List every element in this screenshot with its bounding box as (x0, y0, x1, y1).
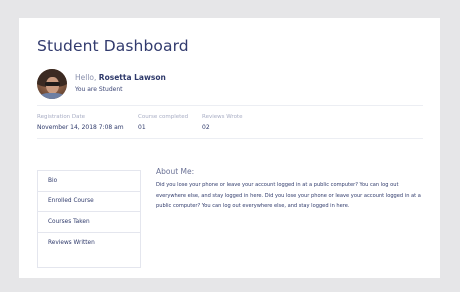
profile-menu: Bio Enrolled Course Courses Taken Review… (37, 170, 141, 268)
registration-date-label: Registration Date (37, 114, 86, 120)
reviews-wrote-value: 02 (202, 124, 210, 131)
divider (37, 105, 423, 106)
greeting-label: Hello, (75, 73, 97, 82)
reviews-wrote-label: Reviews Wrote (202, 114, 243, 120)
menu-item-courses-taken[interactable]: Courses Taken (38, 212, 140, 233)
user-role: You are Student (75, 86, 123, 93)
about-text: Did you lose your phone or leave your ac… (156, 182, 421, 209)
about-title: About Me: (156, 167, 195, 176)
user-name: Rosetta Lawson (98, 73, 166, 82)
course-completed-value: 01 (138, 124, 146, 131)
avatar[interactable] (37, 69, 67, 99)
menu-item-reviews-written[interactable]: Reviews Written (38, 233, 140, 254)
divider (37, 138, 423, 139)
dashboard-card: Student Dashboard Hello, Rosetta Lawson … (19, 18, 440, 278)
menu-item-enrolled-course[interactable]: Enrolled Course (38, 192, 140, 212)
page-title: Student Dashboard (37, 37, 189, 55)
registration-date-value: November 14, 2018 7:08 am (37, 124, 124, 131)
course-completed-label: Course completed (138, 114, 189, 120)
greeting: Hello, Rosetta Lawson (75, 73, 166, 82)
menu-item-bio[interactable]: Bio (38, 171, 140, 192)
